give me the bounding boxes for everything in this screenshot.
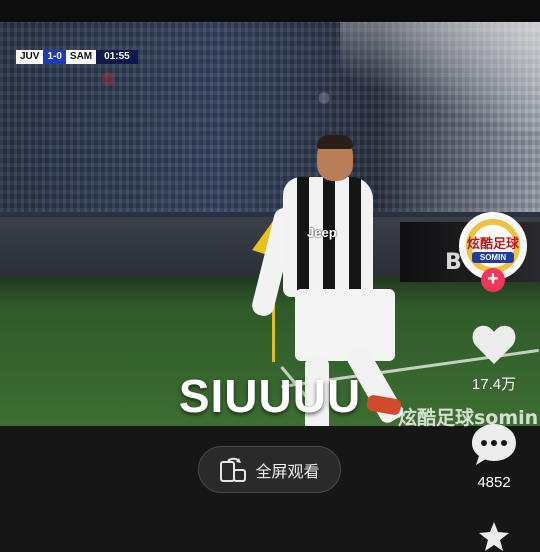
status-bar xyxy=(0,0,540,22)
fullscreen-label: 全屏观看 xyxy=(255,461,320,481)
match-clock: 01:55 xyxy=(96,50,138,64)
away-team: SAM xyxy=(65,50,97,64)
match-score: 1-0 xyxy=(43,50,66,64)
fullscreen-button[interactable]: 全屏观看 xyxy=(198,446,341,493)
star-icon[interactable] xyxy=(478,522,510,552)
rotate-screen-icon xyxy=(220,457,247,482)
avatar-subtitle: SOMIN xyxy=(472,252,514,263)
video-player[interactable]: B Jeep JUV 1-0 SAM 01:55 xyxy=(0,22,540,426)
shirt-sponsor: Jeep xyxy=(307,225,337,240)
home-team: JUV xyxy=(16,50,44,64)
comment-count: 4852 xyxy=(477,474,511,491)
scoreboard: JUV 1-0 SAM 01:55 xyxy=(16,50,138,64)
like-count: 17.4万 xyxy=(471,376,517,393)
comment-bubble-icon[interactable] xyxy=(470,420,518,468)
player-hair xyxy=(317,135,353,149)
avatar-title: 炫酷足球 xyxy=(466,237,519,252)
follow-button[interactable]: + xyxy=(481,268,505,292)
heart-icon[interactable] xyxy=(470,320,518,368)
player-shorts xyxy=(295,289,395,361)
sunlit-stands xyxy=(340,22,540,132)
